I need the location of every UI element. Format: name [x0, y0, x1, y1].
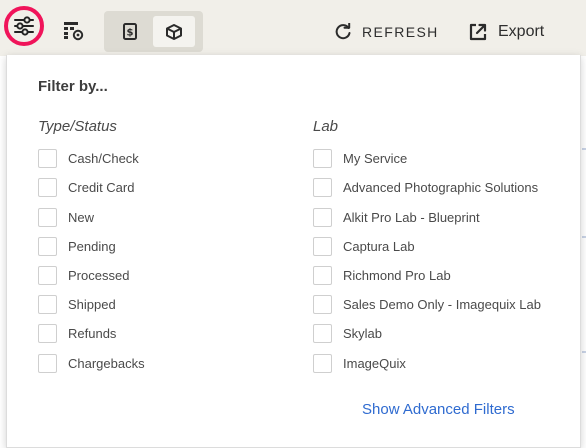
checkbox[interactable] [313, 323, 332, 343]
checkbox[interactable] [313, 294, 332, 314]
filter-option-label: Alkit Pro Lab - Blueprint [343, 209, 480, 225]
filter-option-shipped[interactable]: Shipped [38, 294, 116, 314]
filter-option-alkit-pro-lab[interactable]: Alkit Pro Lab - Blueprint [313, 207, 480, 227]
filter-option-my-service[interactable]: My Service [313, 148, 407, 168]
dollar-icon: $ [123, 23, 137, 40]
filter-option-cash-check[interactable]: Cash/Check [38, 148, 139, 168]
checkbox[interactable] [38, 323, 57, 343]
background-edge-mark [582, 236, 586, 238]
show-advanced-filters-link[interactable]: Show Advanced Filters [362, 401, 515, 418]
filter-option-imagequix[interactable]: ImageQuix [313, 353, 406, 373]
checkbox[interactable] [313, 353, 332, 373]
filter-option-label: ImageQuix [343, 355, 406, 371]
filter-option-label: My Service [343, 150, 408, 166]
checkbox[interactable] [38, 177, 57, 197]
filter-option-label: Advanced Photographic Solutions [343, 179, 539, 195]
filter-option-advanced-photographic-solutions[interactable]: Advanced Photographic Solutions [313, 177, 538, 197]
filter-option-label: Shipped [68, 296, 116, 312]
filter-option-processed[interactable]: Processed [38, 265, 129, 285]
export-button[interactable]: Export [468, 20, 544, 44]
filter-option-skylab[interactable]: Skylab [313, 323, 382, 343]
filter-option-label: Captura Lab [343, 238, 415, 254]
filter-option-label: Credit Card [68, 179, 135, 195]
filter-option-refunds[interactable]: Refunds [38, 323, 116, 343]
filter-option-label: Sales Demo Only - Imagequix Lab [343, 296, 541, 312]
background-edge [581, 56, 586, 448]
filter-option-richmond-pro-lab[interactable]: Richmond Pro Lab [313, 265, 451, 285]
checkbox[interactable] [313, 148, 332, 168]
checkbox[interactable] [313, 207, 332, 227]
box-icon [166, 23, 182, 40]
filter-panel: Filter by... Type/Status Lab Cash/Check … [6, 55, 581, 448]
filter-option-sales-demo-only[interactable]: Sales Demo Only - Imagequix Lab [313, 294, 541, 314]
filter-option-new[interactable]: New [38, 207, 94, 227]
filter-option-label: Pending [68, 238, 116, 254]
export-icon [469, 23, 487, 41]
filter-option-label: Processed [68, 267, 130, 283]
svg-text:$: $ [127, 28, 134, 39]
background-edge-mark [582, 351, 586, 353]
type-status-heading: Type/Status [38, 118, 117, 135]
filter-option-captura-lab[interactable]: Captura Lab [313, 236, 415, 256]
checkbox[interactable] [38, 148, 57, 168]
view-toggle: $ [104, 11, 203, 52]
table-settings-button[interactable] [62, 19, 86, 43]
refresh-icon [335, 23, 351, 40]
checkbox[interactable] [38, 294, 57, 314]
filter-button[interactable] [4, 6, 44, 46]
filter-option-label: Cash/Check [68, 150, 139, 166]
background-edge-mark [582, 148, 586, 150]
lab-heading: Lab [313, 118, 339, 135]
payments-view-button[interactable]: $ [109, 16, 151, 47]
filter-option-pending[interactable]: Pending [38, 236, 116, 256]
checkbox[interactable] [313, 265, 332, 285]
export-label: Export [498, 23, 545, 40]
filter-option-chargebacks[interactable]: Chargebacks [38, 353, 145, 373]
sliders-icon [14, 16, 34, 36]
filter-option-credit-card[interactable]: Credit Card [38, 177, 134, 197]
toolbar: $ REFRESH Export [0, 0, 586, 56]
checkbox[interactable] [313, 236, 332, 256]
shipments-view-button[interactable] [153, 16, 195, 47]
checkbox[interactable] [38, 236, 57, 256]
filter-option-label: Skylab [343, 325, 383, 341]
checkbox[interactable] [38, 207, 57, 227]
checkbox[interactable] [38, 265, 57, 285]
refresh-button[interactable]: REFRESH [334, 20, 439, 44]
filter-option-label: Refunds [68, 325, 117, 341]
filter-option-label: Chargebacks [68, 355, 145, 371]
checkbox[interactable] [313, 177, 332, 197]
filter-panel-title: Filter by... [38, 78, 108, 95]
refresh-label: REFRESH [362, 24, 439, 40]
filter-option-label: New [68, 209, 95, 225]
checkbox[interactable] [38, 353, 57, 373]
filter-option-label: Richmond Pro Lab [343, 267, 451, 283]
table-settings-icon [64, 22, 84, 41]
